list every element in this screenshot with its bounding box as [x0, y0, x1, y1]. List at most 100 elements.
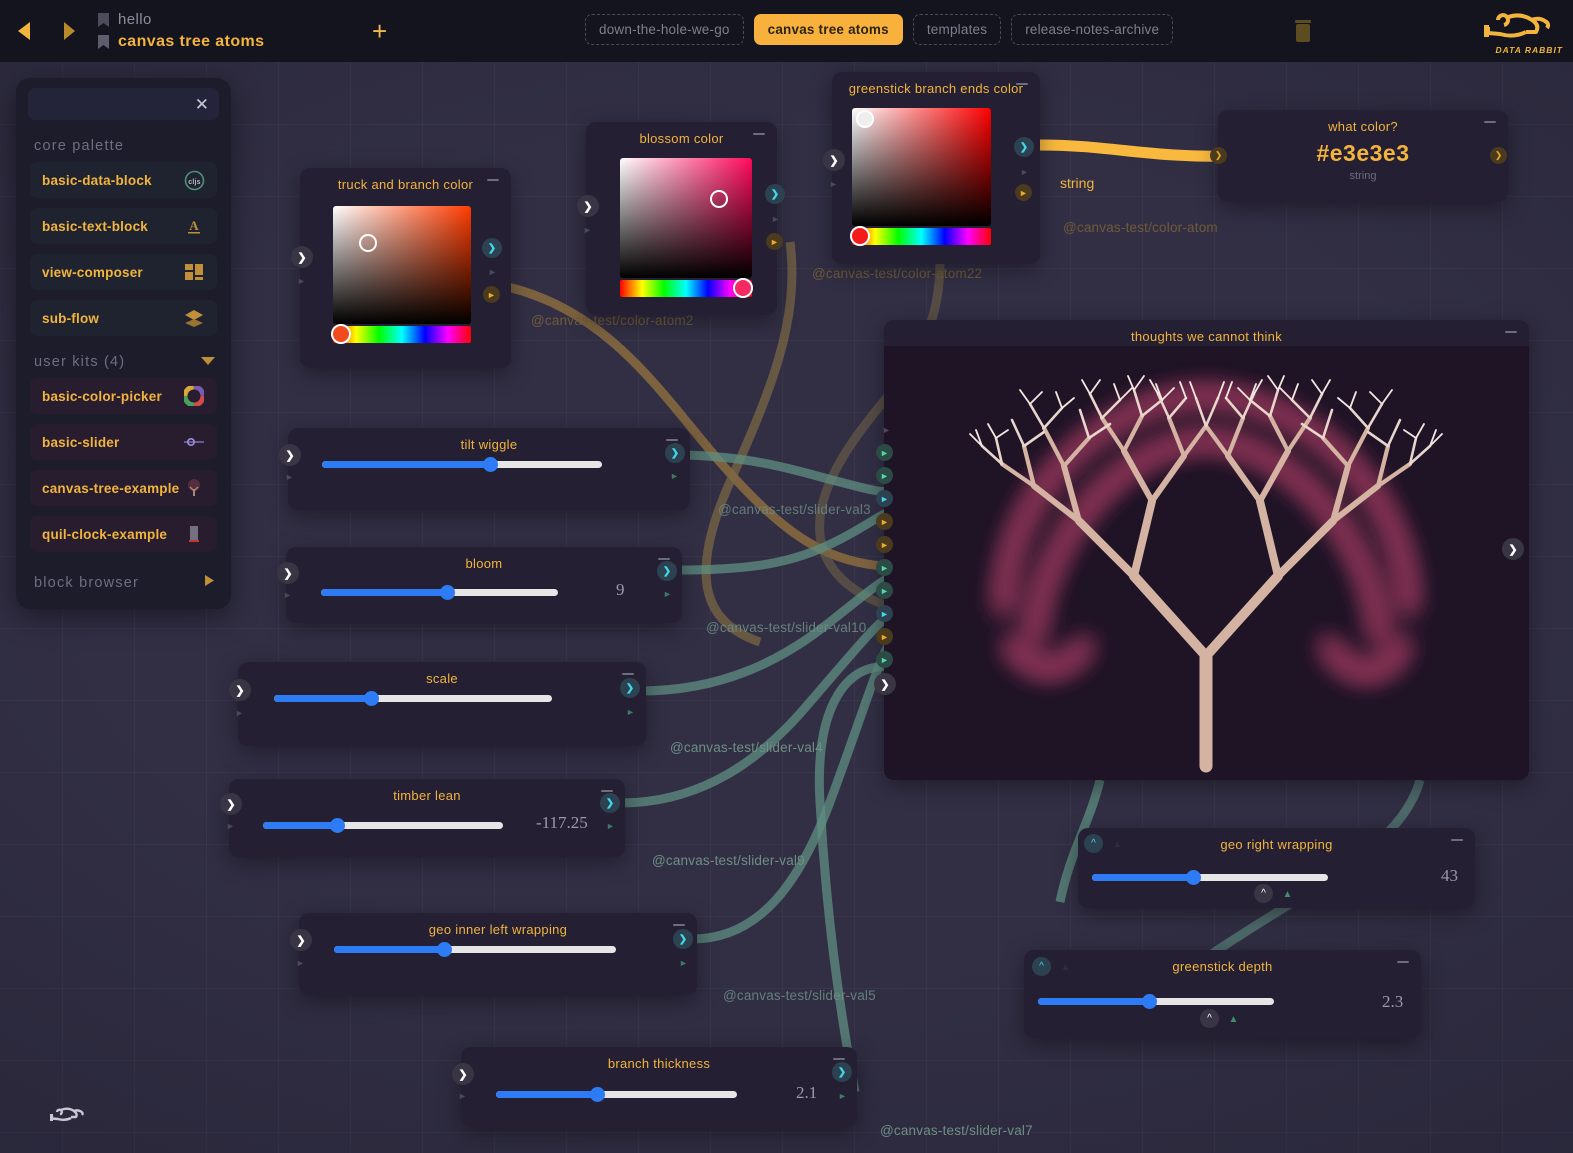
output-port-color[interactable]: ► [766, 233, 783, 250]
minimize-button[interactable] [666, 439, 678, 441]
slider-knob[interactable] [590, 1087, 606, 1102]
node-slider-greenstick-depth[interactable]: greenstick depth ^ ▲ ^ ▲ 2.3 [1024, 950, 1421, 1038]
output-port-main[interactable]: ❯ [657, 561, 677, 581]
output-port-main[interactable]: ❯ [832, 1062, 852, 1082]
hue-strip[interactable] [850, 226, 991, 246]
caret-right-icon[interactable] [204, 574, 215, 591]
input-port-main[interactable]: ❯ [229, 679, 251, 701]
input-port-sub[interactable]: ► [292, 954, 309, 971]
hue-knob[interactable] [850, 226, 870, 246]
node-truck-and-branch-color[interactable]: truck and branch color ❯ ► ❯ ► ► [291, 168, 511, 368]
output-port-main[interactable]: ❯ [665, 443, 685, 463]
input-port-sub[interactable]: ► [825, 175, 842, 192]
output-port-main[interactable]: ❯ [600, 793, 620, 813]
minimize-button[interactable] [487, 179, 499, 181]
slider-track[interactable] [274, 691, 552, 706]
minimize-button[interactable] [1397, 961, 1409, 963]
output-port-sub[interactable]: ► [1016, 163, 1033, 180]
minimize-button[interactable] [1016, 83, 1028, 85]
output-port-sub[interactable]: ► [666, 467, 683, 484]
node-slider-geo-inner-left-wrapping[interactable]: geo inner left wrapping ❯ ► ❯ ► [290, 913, 697, 995]
slider-knob[interactable] [483, 457, 498, 472]
output-port-sub[interactable]: ► [767, 210, 784, 227]
tree-input-port-2[interactable]: ► [876, 467, 893, 484]
palette-item-view-composer[interactable]: view-composer [30, 254, 217, 290]
trash-icon[interactable] [1292, 18, 1314, 49]
output-port-main[interactable]: ❯ [620, 678, 640, 698]
input-port-sub[interactable]: ► [454, 1087, 471, 1104]
hue-strip[interactable] [620, 278, 753, 298]
tree-input-port-0[interactable]: ► [878, 421, 895, 438]
tree-input-port-1[interactable]: ► [876, 444, 893, 461]
palette-item-basic-data-block[interactable]: basic-data-block cljs [30, 162, 217, 198]
output-port-main[interactable]: ❯ [482, 238, 502, 258]
minimize-button[interactable] [622, 673, 634, 675]
tab-templates[interactable]: templates [912, 14, 1002, 45]
node-slider-scale[interactable]: scale ❯ ► ❯ ► [229, 662, 646, 746]
input-stepper-up[interactable]: ^ [1032, 957, 1051, 976]
palette-item-quil-clock-example[interactable]: quil-clock-example [30, 516, 217, 552]
slider-track[interactable] [322, 457, 602, 472]
input-port-main[interactable]: ❯ [291, 246, 313, 268]
input-port-sub[interactable]: ► [579, 221, 596, 238]
hue-knob[interactable] [331, 324, 351, 344]
slider-track[interactable] [1038, 994, 1274, 1009]
slider-knob[interactable] [364, 691, 380, 706]
chevron-down-icon[interactable] [201, 354, 215, 370]
saturation-handle[interactable] [709, 190, 728, 209]
output-port-sub[interactable]: ► [484, 263, 501, 280]
palette-item-basic-slider[interactable]: basic-slider [30, 424, 217, 460]
minimize-button[interactable] [673, 924, 685, 926]
output-stepper-up[interactable]: ^ [1254, 884, 1273, 903]
minimize-button[interactable] [753, 133, 765, 135]
palette-item-sub-flow[interactable]: sub-flow [30, 300, 217, 336]
output-stepper-up-secondary[interactable]: ▲ [1224, 1010, 1243, 1029]
output-port-sub[interactable]: ► [834, 1087, 851, 1104]
output-port-main[interactable]: ❯ [1014, 137, 1034, 157]
minimize-button[interactable] [1484, 121, 1496, 123]
close-icon[interactable]: ✕ [195, 96, 209, 113]
rabbit-icon[interactable] [48, 1104, 84, 1135]
input-stepper-up-secondary[interactable]: ▲ [1108, 835, 1127, 854]
slider-track[interactable] [263, 818, 503, 833]
slider-knob[interactable] [1186, 870, 1202, 885]
tree-input-port-4[interactable]: ► [876, 513, 893, 530]
input-stepper-up[interactable]: ^ [1084, 834, 1103, 853]
output-port-sub[interactable]: ► [602, 817, 619, 834]
forward-button[interactable] [55, 18, 81, 44]
tab-down-the-hole-we-go[interactable]: down-the-hole-we-go [585, 14, 744, 45]
slider-knob[interactable] [330, 818, 346, 833]
input-port-sub[interactable]: ► [222, 817, 239, 834]
input-port-main[interactable]: ❯ [279, 444, 301, 466]
slider-knob[interactable] [436, 942, 452, 957]
breadcrumb-current[interactable]: canvas tree atoms [98, 33, 264, 51]
input-stepper-up-secondary[interactable]: ▲ [1056, 958, 1075, 977]
minimize-button[interactable] [601, 790, 613, 792]
node-slider-bloom[interactable]: bloom 9 ❯ ► ❯ ► [277, 547, 682, 623]
input-port-sub[interactable]: ► [281, 468, 298, 485]
saturation-value-area[interactable] [333, 206, 471, 324]
palette-search-row[interactable]: ✕ [28, 88, 219, 120]
output-port-main[interactable]: ❯ [673, 929, 693, 949]
input-port-sub[interactable]: ► [279, 586, 296, 603]
add-tab-button[interactable]: + [372, 18, 387, 44]
input-port-sub[interactable]: ► [231, 704, 248, 721]
slider-knob[interactable] [1141, 994, 1157, 1009]
slider-knob[interactable] [439, 585, 455, 600]
tree-input-port-9[interactable]: ► [876, 628, 893, 645]
input-port-main[interactable]: ❯ [452, 1063, 474, 1085]
tree-input-port-3[interactable]: ► [876, 490, 893, 507]
node-blossom-color[interactable]: blossom color ❯ ► ❯ ► ► [577, 122, 785, 315]
hue-strip[interactable] [331, 324, 471, 344]
output-port-sub[interactable]: ► [622, 703, 639, 720]
output-port-color[interactable]: ► [483, 286, 500, 303]
tree-render-canvas[interactable] [884, 346, 1529, 780]
output-port-sub[interactable]: ► [659, 585, 676, 602]
input-port-main[interactable]: ❯ [277, 562, 299, 584]
output-port-main[interactable]: ❯ [1490, 147, 1507, 164]
node-greenstick-branch-ends-color[interactable]: greenstick branch ends color ❯ ► ❯ ► ► [823, 72, 1040, 264]
output-port-sub[interactable]: ► [675, 954, 692, 971]
slider-track[interactable] [334, 942, 616, 957]
saturation-handle[interactable] [359, 234, 378, 253]
node-slider-timber-lean[interactable]: timber lean -117.25 ❯ ► ❯ ► [220, 779, 625, 857]
